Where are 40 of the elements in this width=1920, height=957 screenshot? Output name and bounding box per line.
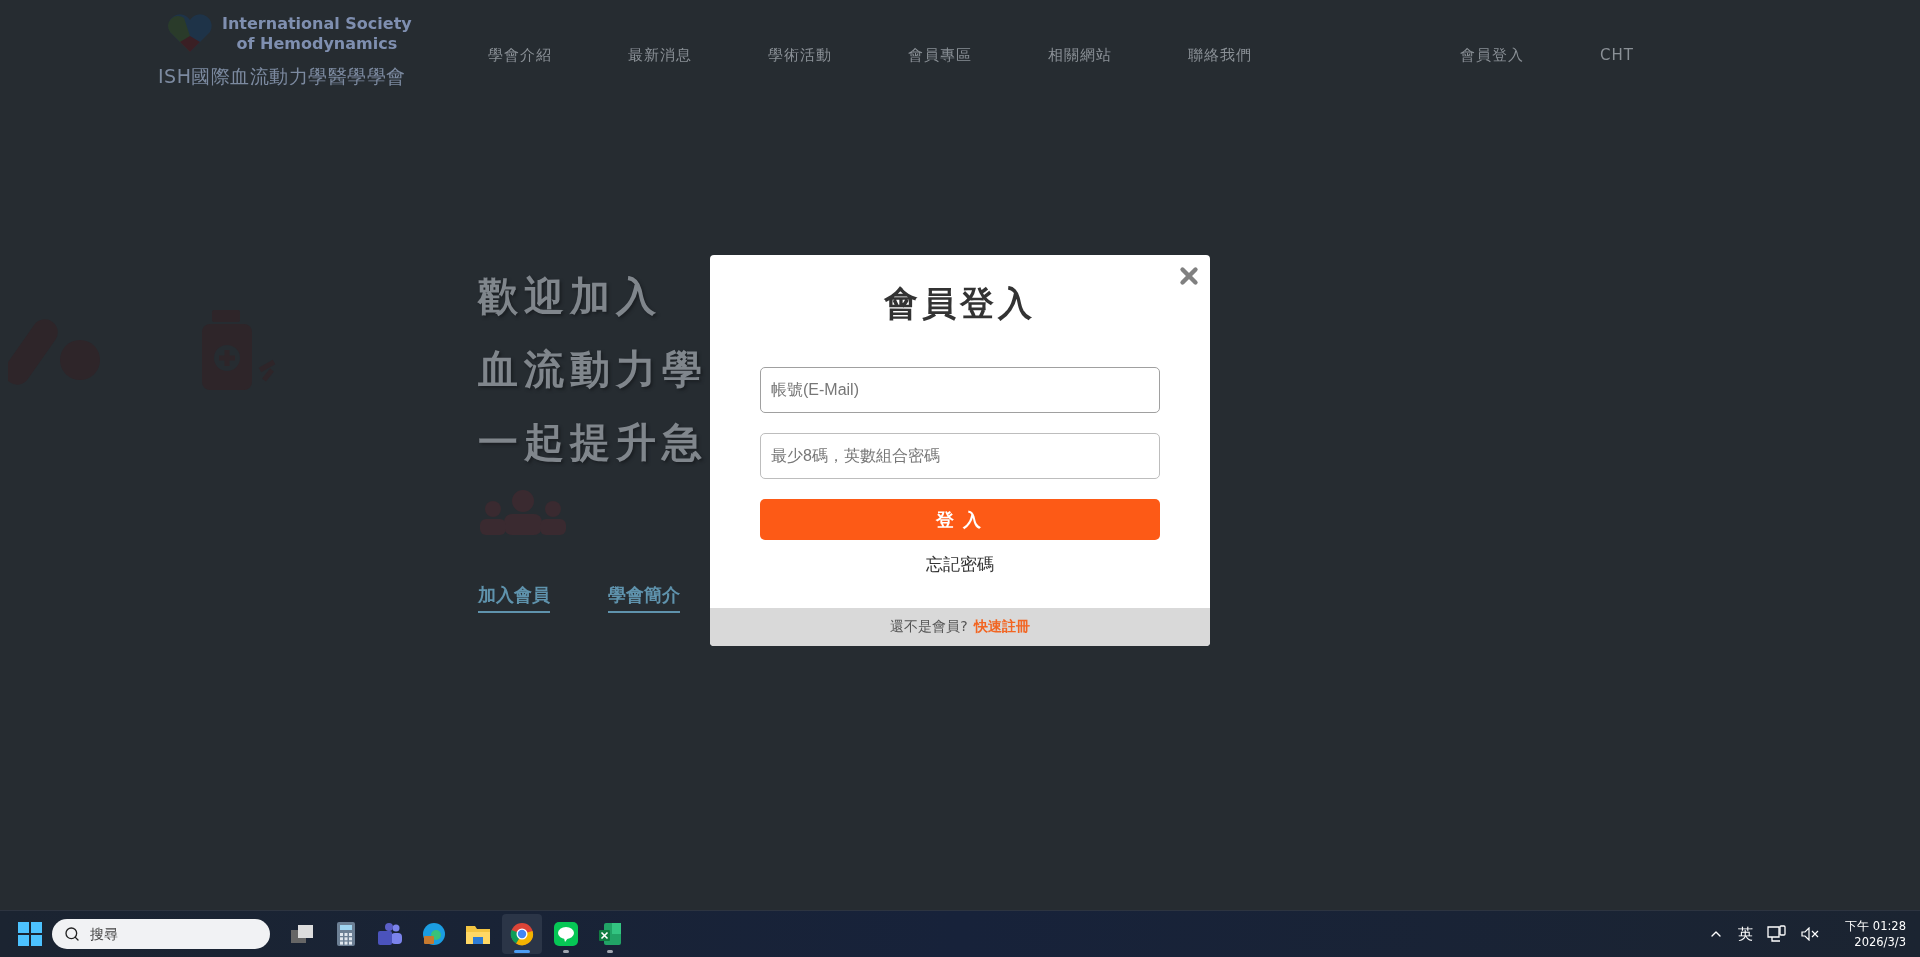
taskbar-app-button[interactable] bbox=[502, 914, 542, 954]
spreadsheet-icon bbox=[598, 922, 622, 946]
windows-start-icon[interactable] bbox=[18, 922, 42, 946]
forgot-password-link[interactable]: 忘記密碼 bbox=[926, 553, 994, 576]
search-icon bbox=[64, 926, 80, 942]
hero-link[interactable]: 學會簡介 bbox=[608, 583, 680, 613]
text-input-field[interactable]: 最少8碼，英數組合密碼 bbox=[760, 433, 1160, 479]
dialog-title: 會員登入 bbox=[883, 282, 1037, 325]
register-prompt: 還不是會員? bbox=[890, 618, 968, 636]
hero-heading: 歡迎加入 bbox=[478, 272, 663, 321]
browser-icon bbox=[422, 922, 446, 946]
hero-link[interactable]: 加入會員 bbox=[478, 583, 550, 613]
heart-puzzle-logo-icon bbox=[166, 14, 214, 54]
language-link[interactable]: CHT bbox=[1600, 46, 1740, 65]
text-input-field[interactable]: 帳號(E-Mail) bbox=[760, 367, 1160, 413]
muted-speaker-icon[interactable] bbox=[1801, 927, 1820, 941]
clock-time[interactable]: 下午 01:28 bbox=[1845, 918, 1906, 934]
chrome-icon bbox=[510, 922, 534, 946]
windows-icon bbox=[290, 923, 314, 945]
chat-icon bbox=[554, 922, 578, 946]
input-method-indicator[interactable]: 英 bbox=[1738, 924, 1754, 944]
site-subtitle: ISH國際血流動力學醫學學會 bbox=[158, 64, 407, 89]
nav-link[interactable]: 學術活動 bbox=[768, 46, 908, 65]
network-icon[interactable] bbox=[1767, 925, 1788, 943]
logo-text: International Society bbox=[222, 14, 412, 34]
clock-date[interactable]: 2026/3/3 bbox=[1854, 934, 1906, 950]
nav-link[interactable]: 相關網站 bbox=[1048, 46, 1188, 65]
logo-text: of Hemodynamics bbox=[236, 34, 398, 54]
hero-heading: 血流動力學 bbox=[478, 345, 708, 394]
hero-heading: 一起提升急 bbox=[478, 418, 708, 467]
nav-link[interactable]: 最新消息 bbox=[628, 46, 768, 65]
nav-link[interactable]: 聯絡我們 bbox=[1188, 46, 1328, 65]
login-link[interactable]: 會員登入 bbox=[1460, 46, 1600, 65]
teams-icon bbox=[377, 922, 403, 946]
nav-link[interactable]: 會員專區 bbox=[908, 46, 1048, 65]
calculator-icon bbox=[337, 922, 355, 946]
taskbar-search-field[interactable]: 搜尋 bbox=[52, 919, 270, 949]
login-button[interactable]: 登 入 bbox=[760, 499, 1160, 540]
nav-link[interactable]: 學會介紹 bbox=[488, 46, 628, 65]
folder-icon bbox=[465, 923, 491, 945]
